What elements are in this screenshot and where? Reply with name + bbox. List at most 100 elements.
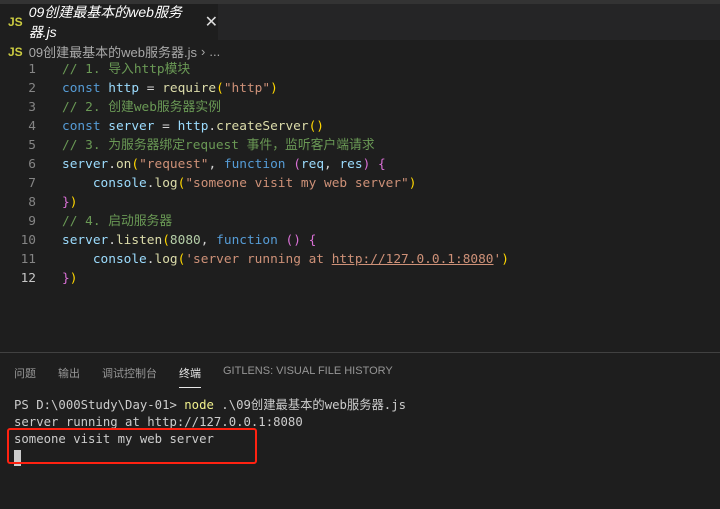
breadcrumb-more[interactable]: ...	[209, 44, 220, 59]
chevron-right-icon: ›	[201, 44, 206, 59]
code-token: // 2. 创建web服务器实例	[62, 100, 221, 115]
code-token: server	[62, 157, 109, 172]
code-token: "request"	[139, 157, 209, 172]
code-token: )	[69, 195, 78, 210]
code-token: "http"	[223, 81, 271, 96]
code-line: 12})	[0, 269, 720, 288]
code-token: // 4. 启动服务器	[62, 214, 173, 229]
code-token: 8080	[169, 233, 201, 248]
code-token: (	[293, 157, 301, 172]
code-token: "someone visit my web server"	[185, 176, 409, 191]
line-number: 8	[28, 195, 36, 210]
code-line: 6 server. on("request", function (req, res…	[0, 155, 720, 174]
panel-tab[interactable]: 输出	[58, 365, 80, 388]
code-token: =	[154, 119, 178, 134]
code-token: ()	[285, 233, 301, 248]
code-token: server	[62, 233, 109, 248]
code-token: function	[216, 233, 286, 248]
code-line: 1 // 1. 导入http模块	[0, 60, 720, 79]
code-token: )	[408, 176, 417, 191]
code-token: .	[108, 233, 116, 248]
code-token: (	[177, 252, 186, 267]
tab-title: 09创建最基本的web服务器.js	[28, 4, 182, 40]
code-token[interactable]: http://127.0.0.1:8080	[332, 250, 494, 269]
code-line: 5 // 3. 为服务器绑定request 事件，监听客户端请求	[0, 136, 720, 155]
code-token: .	[146, 252, 155, 267]
code-token: function	[223, 157, 294, 172]
code-line: 2 const http = require("http")	[0, 79, 720, 98]
code-token: http	[177, 119, 209, 134]
code-token: ,	[208, 157, 224, 172]
panel-tab[interactable]: 问题	[14, 365, 36, 388]
code-line: 8})	[0, 193, 720, 212]
code-editor[interactable]: 1// 1. 导入http模块 2 const http = require("ht…	[0, 60, 720, 288]
code-token: http	[108, 81, 140, 96]
panel-tab[interactable]: GITLENS: VISUAL FILE HISTORY	[223, 365, 393, 388]
panel-tabs: 问题 输出 调试控制台 终端 GITLENS: VISUAL FILE HISTORY	[14, 365, 415, 388]
close-icon[interactable]: ✕	[205, 12, 218, 32]
breadcrumb-file[interactable]: 09创建最基本的web服务器.js	[29, 42, 197, 61]
code-token: const	[62, 81, 109, 96]
code-token: {	[378, 157, 386, 172]
tab-bar: JS 09创建最基本的web服务器.js ✕	[0, 0, 720, 40]
line-number: 6	[28, 157, 36, 172]
js-file-icon: JS	[8, 44, 23, 59]
code-token: .	[146, 176, 155, 191]
terminal-args: .\09创建最基本的web服务器.js	[213, 398, 407, 412]
code-token: require	[162, 81, 217, 96]
code-token: log	[154, 252, 178, 267]
terminal-command: node	[184, 398, 214, 412]
code-line: 10 server. listen(8080, function () {	[0, 231, 720, 250]
terminal-output-line: server running at http://127.0.0.1:8080	[14, 415, 303, 429]
code-token: {	[308, 233, 317, 248]
js-file-icon: JS	[8, 15, 23, 29]
code-line: 9 // 4. 启动服务器	[0, 212, 720, 231]
line-number: 11	[20, 252, 36, 267]
code-line: 3 // 2. 创建web服务器实例	[0, 98, 720, 117]
code-token: server	[108, 119, 155, 134]
code-token: ,	[324, 157, 340, 172]
code-token: req	[300, 157, 325, 172]
code-token: // 1. 导入http模块	[62, 62, 191, 77]
line-number: 7	[28, 176, 36, 191]
code-token: '	[493, 252, 502, 267]
code-token: (	[177, 176, 186, 191]
highlight-box	[7, 428, 257, 464]
line-number: 1	[28, 62, 36, 77]
editor-tab[interactable]: JS 09创建最基本的web服务器.js ✕	[0, 4, 218, 40]
line-number: 9	[28, 214, 36, 229]
code-token: 'server running at	[185, 252, 332, 267]
code-token: const	[62, 119, 109, 134]
panel-tab[interactable]: 终端	[179, 365, 201, 388]
code-token: createServer	[216, 119, 309, 134]
code-token: log	[154, 176, 178, 191]
code-token: .	[108, 157, 116, 172]
code-token: (	[216, 81, 224, 96]
code-token: listen	[115, 233, 163, 248]
code-token: .	[208, 119, 217, 134]
line-number: 2	[28, 81, 36, 96]
panel-tab[interactable]: 调试控制台	[102, 365, 157, 388]
code-token: }	[62, 271, 70, 286]
code-token: )	[501, 252, 509, 267]
code-token: console	[92, 176, 147, 191]
code-token: ()	[308, 119, 325, 134]
breadcrumb: JS 09创建最基本的web服务器.js › ...	[8, 42, 220, 61]
code-token: (	[131, 157, 140, 172]
code-token: console	[92, 252, 147, 267]
line-number: 10	[20, 233, 36, 248]
code-token: )	[69, 271, 78, 286]
code-line: 7 console. log("someone visit my web serv…	[0, 174, 720, 193]
line-number: 5	[28, 138, 36, 153]
code-token: // 3. 为服务器绑定request 事件，监听客户端请求	[62, 138, 375, 153]
line-number: 4	[28, 119, 36, 134]
code-token: res	[339, 157, 363, 172]
code-token: on	[115, 157, 132, 172]
code-token: (	[162, 233, 170, 248]
line-number: 12	[20, 271, 36, 286]
code-token: ,	[200, 233, 217, 248]
terminal-prompt: PS D:\000Study\Day-01>	[14, 398, 185, 412]
